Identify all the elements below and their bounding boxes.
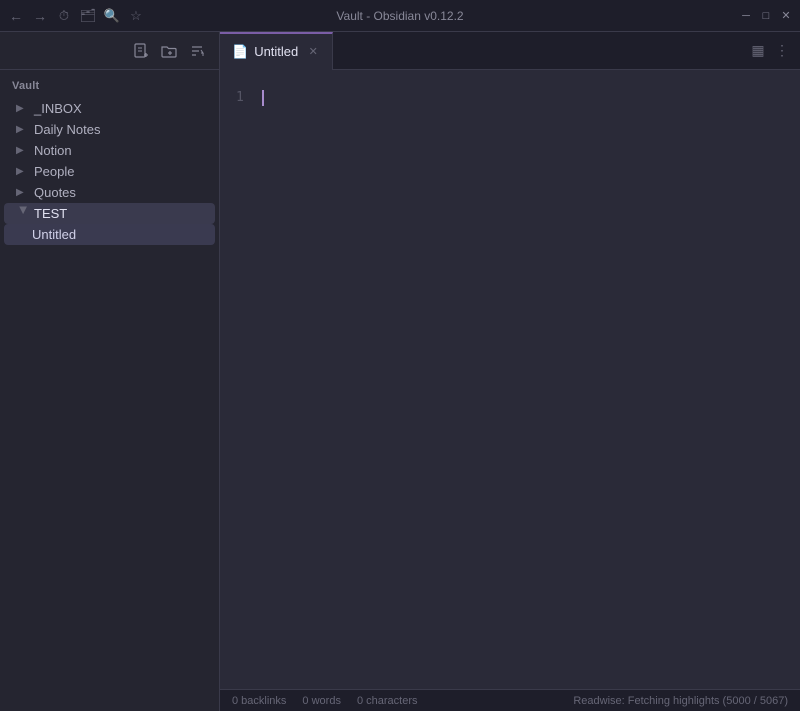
tab-title: Untitled [254,44,298,59]
status-bar: 0 backlinks 0 words 0 characters Readwis… [220,689,800,711]
title-bar-left: ← → ⏱ 🗂 🔍 ☆ [8,8,144,24]
editor-cursor [262,90,264,106]
sidebar-item-quotes[interactable]: ▶ Quotes [4,182,215,203]
sidebar-item-label: Daily Notes [34,122,207,137]
title-bar-right: ─ □ ✕ [740,10,792,22]
tab-close-button[interactable]: ✕ [306,45,320,59]
sidebar-toolbar [0,32,219,70]
search-icon[interactable]: 🔍 [104,8,120,24]
chevron-right-icon: ▶ [16,166,30,177]
window-title: Vault - Obsidian v0.12.2 [336,9,463,23]
tab-bar: 📄 Untitled ✕ ▦ ⋮ [220,32,800,70]
characters-status: 0 characters [357,695,418,707]
editor-area: 📄 Untitled ✕ ▦ ⋮ 1 0 backlinks 0 words 0… [220,32,800,711]
sidebar-item-inbox[interactable]: ▶ _INBOX [4,98,215,119]
sidebar-item-label: Notion [34,143,207,158]
tab-bar-actions: ▦ ⋮ [740,41,800,61]
back-button[interactable]: ← [8,8,24,24]
vault-label: Vault [0,76,219,98]
close-button[interactable]: ✕ [780,10,792,22]
more-options-icon[interactable]: ⋮ [772,41,792,61]
recent-icon[interactable]: ⏱ [56,8,72,24]
file-icon: 📄 [232,44,248,60]
sidebar-item-label: People [34,164,207,179]
minimize-button[interactable]: ─ [740,10,752,22]
sidebar-file-tree: Vault ▶ _INBOX ▶ Daily Notes ▶ Notion ▶ … [0,70,219,711]
sidebar-item-daily-notes[interactable]: ▶ Daily Notes [4,119,215,140]
maximize-button[interactable]: □ [760,10,772,22]
open-folder-icon[interactable]: 🗂 [80,8,96,24]
new-file-button[interactable] [131,41,151,61]
sidebar-item-notion[interactable]: ▶ Notion [4,140,215,161]
main-layout: Vault ▶ _INBOX ▶ Daily Notes ▶ Notion ▶ … [0,32,800,711]
line-number: 1 [236,90,244,105]
sidebar: Vault ▶ _INBOX ▶ Daily Notes ▶ Notion ▶ … [0,32,220,711]
sidebar-item-label: Quotes [34,185,207,200]
editor-content[interactable]: 1 [220,70,800,689]
readwise-status: Readwise: Fetching highlights (5000 / 50… [573,695,788,707]
sidebar-item-people[interactable]: ▶ People [4,161,215,182]
sidebar-item-test[interactable]: ▶ TEST [4,203,215,224]
sidebar-item-label: TEST [34,206,207,221]
new-folder-button[interactable] [159,41,179,61]
sidebar-item-label: _INBOX [34,101,207,116]
words-status: 0 words [302,695,341,707]
title-bar: ← → ⏱ 🗂 🔍 ☆ Vault - Obsidian v0.12.2 ─ □… [0,0,800,32]
chevron-right-icon: ▶ [16,187,30,198]
editor-tab-untitled[interactable]: 📄 Untitled ✕ [220,32,333,70]
sort-button[interactable] [187,41,207,61]
backlinks-status[interactable]: 0 backlinks [232,695,286,707]
layout-icon[interactable]: ▦ [748,41,768,61]
chevron-down-icon: ▶ [18,207,29,221]
forward-button[interactable]: → [32,8,48,24]
chevron-right-icon: ▶ [16,145,30,156]
star-icon[interactable]: ☆ [128,8,144,24]
sidebar-item-untitled[interactable]: Untitled [4,224,215,245]
chevron-right-icon: ▶ [16,103,30,114]
sidebar-item-label: Untitled [32,227,207,242]
chevron-right-icon: ▶ [16,124,30,135]
